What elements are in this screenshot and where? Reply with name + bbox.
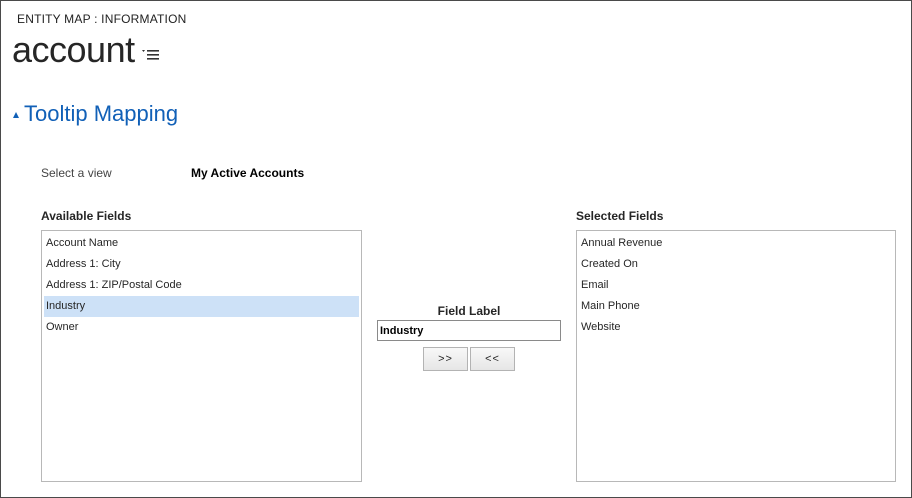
selected-fields-list[interactable]: Annual Revenue Created On Email Main Pho… [576,230,896,482]
list-item[interactable]: Annual Revenue [579,233,893,254]
list-item[interactable]: Main Phone [579,296,893,317]
field-label-caption: Field Label [437,304,501,318]
collapse-triangle-icon[interactable] [13,112,19,118]
selected-fields-label: Selected Fields [576,209,664,223]
tooltip-mapping-section-header[interactable]: Tooltip Mapping [13,99,178,129]
remove-field-button[interactable]: << [470,347,515,371]
list-item[interactable]: Address 1: City [44,254,359,275]
view-selector-label: Select a view [41,166,112,180]
add-field-button[interactable]: >> [423,347,468,371]
field-label-input[interactable] [377,320,561,341]
page-title: account [12,29,135,70]
list-item[interactable]: Website [579,317,893,338]
view-selector-value[interactable]: My Active Accounts [191,166,304,180]
list-item[interactable]: Address 1: ZIP/Postal Code [44,275,359,296]
list-item-selected[interactable]: Industry [44,296,359,317]
list-item[interactable]: Owner [44,317,359,338]
list-item[interactable]: Account Name [44,233,359,254]
breadcrumb: ENTITY MAP : INFORMATION [17,12,187,26]
list-item[interactable]: Email [579,275,893,296]
list-menu-icon[interactable] [141,46,161,62]
list-item[interactable]: Created On [579,254,893,275]
section-title: Tooltip Mapping [24,101,179,126]
available-fields-list[interactable]: Account Name Address 1: City Address 1: … [41,230,362,482]
available-fields-label: Available Fields [41,209,132,223]
